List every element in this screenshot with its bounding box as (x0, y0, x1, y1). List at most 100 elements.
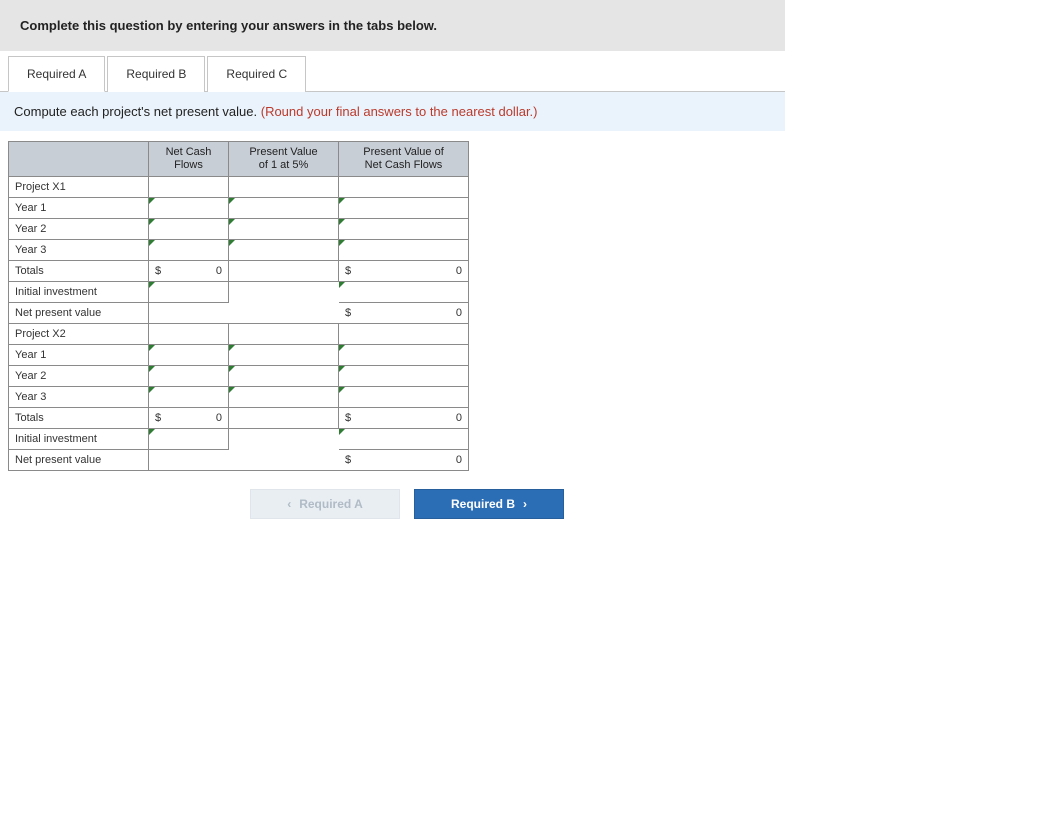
input-marker-icon (229, 219, 235, 225)
table-row: Initial investment (9, 429, 469, 450)
cell-pvf[interactable] (229, 177, 339, 198)
row-label: Project X1 (9, 177, 149, 198)
table-row: Year 2 (9, 366, 469, 387)
cell-pvf[interactable] (229, 198, 339, 219)
table-row: Net present value $0 (9, 450, 469, 471)
table-row: Net present value $0 (9, 303, 469, 324)
prev-button: ‹ Required A (250, 489, 400, 519)
tab-label: Required C (226, 67, 287, 81)
header-pvf: Present Valueof 1 at 5% (229, 142, 339, 177)
cell-ncf[interactable] (149, 219, 229, 240)
npv-table: Net CashFlows Present Valueof 1 at 5% Pr… (8, 141, 469, 471)
input-marker-icon (339, 240, 345, 246)
cell-pvf[interactable] (229, 387, 339, 408)
row-label: Net present value (9, 303, 149, 324)
table-row: Year 3 (9, 387, 469, 408)
cell-pvf (229, 408, 339, 429)
cell-ncf[interactable] (149, 177, 229, 198)
cell-pvf[interactable] (229, 240, 339, 261)
cell-pvncf[interactable] (339, 387, 469, 408)
chevron-left-icon: ‹ (287, 497, 291, 511)
cell-pvncf[interactable] (339, 345, 469, 366)
cell-ncf[interactable] (149, 366, 229, 387)
cell-blank (229, 429, 339, 450)
cell-pvf[interactable] (229, 324, 339, 345)
npv-table-wrap: Net CashFlows Present Valueof 1 at 5% Pr… (8, 141, 785, 471)
table-row: Project X2 (9, 324, 469, 345)
input-marker-icon (229, 345, 235, 351)
row-label: Year 3 (9, 387, 149, 408)
cell-pvncf[interactable] (339, 219, 469, 240)
cell-pvncf-npv: $0 (339, 303, 469, 324)
row-label: Totals (9, 408, 149, 429)
cell-blank (229, 450, 339, 471)
cell-pvncf-npv: $0 (339, 450, 469, 471)
cell-value: 0 (216, 265, 222, 277)
table-row: Year 1 (9, 345, 469, 366)
header-corner (9, 142, 149, 177)
input-marker-icon (339, 345, 345, 351)
cell-value: 0 (216, 412, 222, 424)
table-row: Totals $0 $0 (9, 408, 469, 429)
prompt-hint: (Round your final answers to the nearest… (261, 104, 538, 119)
table-row: Year 1 (9, 198, 469, 219)
input-marker-icon (149, 240, 155, 246)
cell-pvncf[interactable] (339, 240, 469, 261)
chevron-right-icon: › (523, 497, 527, 511)
tab-required-a[interactable]: Required A (8, 56, 105, 92)
cell-pvncf[interactable] (339, 198, 469, 219)
cell-pvf (229, 261, 339, 282)
cell-blank (149, 450, 229, 471)
cell-pvncf-total: $0 (339, 261, 469, 282)
prev-label: Required A (299, 497, 363, 511)
row-label: Net present value (9, 450, 149, 471)
tab-required-b[interactable]: Required B (107, 56, 205, 92)
input-marker-icon (229, 366, 235, 372)
prompt-bar: Compute each project's net present value… (0, 92, 785, 131)
cell-pvncf[interactable] (339, 429, 469, 450)
input-marker-icon (339, 366, 345, 372)
cell-value: 0 (456, 265, 462, 277)
table-row: Year 2 (9, 219, 469, 240)
row-label: Year 3 (9, 240, 149, 261)
tab-required-c[interactable]: Required C (207, 56, 306, 92)
row-label: Year 1 (9, 345, 149, 366)
cell-ncf[interactable] (149, 429, 229, 450)
cell-blank (229, 303, 339, 324)
cell-ncf[interactable] (149, 324, 229, 345)
instruction-text: Complete this question by entering your … (20, 18, 437, 33)
cell-ncf[interactable] (149, 282, 229, 303)
input-marker-icon (149, 282, 155, 288)
row-label: Year 1 (9, 198, 149, 219)
cell-pvncf[interactable] (339, 177, 469, 198)
table-row: Totals $0 $0 (9, 261, 469, 282)
cell-ncf-total: $0 (149, 408, 229, 429)
next-label: Required B (451, 497, 515, 511)
row-label: Project X2 (9, 324, 149, 345)
input-marker-icon (339, 198, 345, 204)
input-marker-icon (149, 345, 155, 351)
cell-pvf[interactable] (229, 366, 339, 387)
input-marker-icon (339, 219, 345, 225)
row-label: Year 2 (9, 219, 149, 240)
cell-pvncf[interactable] (339, 324, 469, 345)
instruction-bar: Complete this question by entering your … (0, 0, 785, 51)
currency-symbol: $ (155, 265, 161, 277)
tab-label: Required A (27, 67, 86, 81)
cell-pvf[interactable] (229, 219, 339, 240)
tabs-row: Required A Required B Required C (0, 55, 785, 92)
table-row: Initial investment (9, 282, 469, 303)
input-marker-icon (149, 366, 155, 372)
cell-ncf[interactable] (149, 345, 229, 366)
cell-pvncf[interactable] (339, 366, 469, 387)
cell-pvf[interactable] (229, 345, 339, 366)
cell-ncf[interactable] (149, 387, 229, 408)
cell-ncf[interactable] (149, 198, 229, 219)
input-marker-icon (229, 387, 235, 393)
row-label: Year 2 (9, 366, 149, 387)
next-button[interactable]: Required B › (414, 489, 564, 519)
cell-value: 0 (456, 412, 462, 424)
cell-pvncf[interactable] (339, 282, 469, 303)
cell-ncf[interactable] (149, 240, 229, 261)
input-marker-icon (229, 240, 235, 246)
